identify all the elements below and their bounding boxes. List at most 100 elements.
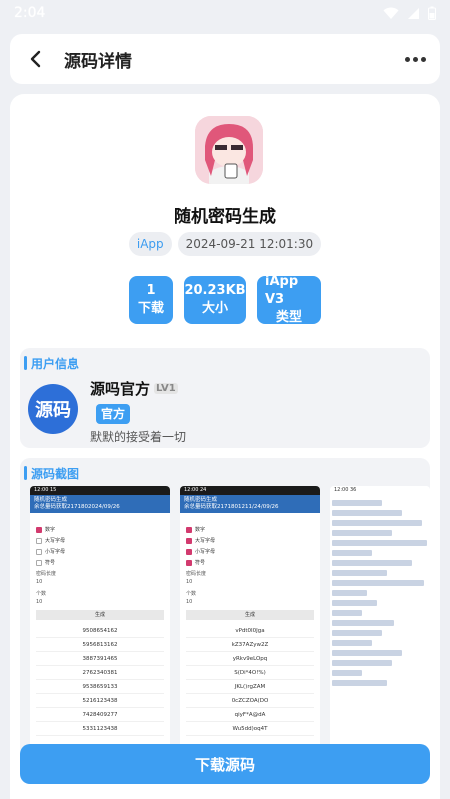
list-item: 2762340381 (36, 666, 164, 680)
code-line (332, 580, 424, 586)
wifi-icon (383, 7, 399, 19)
stat-value: 1 (146, 283, 156, 298)
checkbox-icon (186, 548, 192, 555)
phone-app-title-text: 随机密码生成 (184, 497, 218, 503)
more-options-icon[interactable] (405, 51, 426, 68)
count-label: 个数 (36, 591, 47, 597)
phone-status: 12:00 36 (330, 486, 430, 495)
checkbox-icon (186, 537, 192, 544)
user-info-section: 用户信息 源码 源吗官方 LV1 官方 默默的接受着一切 (20, 348, 430, 448)
result-list: vPdt0I0Jga kZ37AZyw2Z yRkv9eLOpq S(Di*4O… (186, 624, 314, 736)
language-tag: iApp (128, 232, 172, 256)
checkbox-icon (186, 559, 192, 566)
phone-app-subtitle: 余总量码获取2171801211/24/09/26 (184, 504, 279, 510)
list-item: 9508654162 (36, 624, 164, 638)
section-title: 用户信息 (31, 356, 80, 371)
phone-app-subtitle: 余总量码获取2171802024/09/26 (34, 504, 120, 510)
screenshot-3[interactable]: 12:00 36 (330, 486, 430, 752)
result-list: 9508654162 5956813162 3887391465 2762340… (36, 624, 164, 736)
option-label: 数字 (195, 527, 206, 533)
status-icons (383, 6, 436, 20)
download-source-button[interactable]: 下载源码 (20, 744, 430, 784)
section-marker (24, 466, 27, 480)
code-line (332, 530, 392, 536)
option-label: 符号 (195, 560, 206, 566)
option-row: 小写字母 (186, 548, 215, 555)
section-marker (24, 356, 27, 370)
list-item: 7428409277 (36, 708, 164, 722)
option-row: 符号 (186, 559, 205, 566)
screenshot-2[interactable]: 12:00 24 随机密码生成 余总量码获取2171801211/24/09/2… (180, 486, 320, 752)
length-label: 密码长度 (36, 571, 57, 577)
stat-label: 大小 (201, 301, 228, 316)
code-line (332, 610, 362, 616)
checkbox-icon (186, 526, 192, 533)
code-line (332, 660, 392, 666)
stat-value: 20.23KB (184, 283, 246, 298)
list-item: 5956813162 (36, 638, 164, 652)
list-item: 9538659133 (36, 680, 164, 694)
checkbox-icon (36, 559, 42, 566)
app-name: 随机密码生成 (174, 207, 276, 227)
username[interactable]: 源吗官方 LV1 (90, 378, 178, 399)
count-value: 10 (36, 599, 43, 605)
list-item: 3887391465 (36, 652, 164, 666)
battery-icon (428, 6, 436, 20)
code-line (332, 540, 427, 546)
stat-size: 20.23KB 大小 (184, 276, 246, 324)
list-item: JKL()rgZAM (186, 680, 314, 694)
option-label: 小写字母 (45, 549, 66, 555)
option-row: 大写字母 (186, 537, 215, 544)
phone-app-title: 随机密码生成 余总量码获取2171802024/09/26 (30, 495, 170, 513)
stat-type: iApp V3 类型 (257, 274, 321, 325)
length-label: 密码长度 (186, 571, 207, 577)
code-line (332, 550, 372, 556)
option-label: 大写字母 (45, 538, 66, 544)
option-row: 大写字母 (36, 537, 65, 544)
length-value: 10 (186, 579, 193, 585)
user-bio: 默默的接受着一切 (90, 430, 187, 444)
list-item: 5216123438 (36, 694, 164, 708)
generate-row: 生成 (36, 610, 164, 620)
phone-status: 12:00 24 (180, 486, 320, 495)
code-line (332, 670, 362, 676)
list-item: vPdt0I0Jga (186, 624, 314, 638)
screenshot-1[interactable]: 12:00 15 随机密码生成 余总量码获取2171802024/09/26 数… (30, 486, 170, 752)
screenshots-section: 源码截图 12:00 15 随机密码生成 余总量码获取2171802024/09… (20, 458, 430, 758)
list-item: Wu5dd)oq4T (186, 722, 314, 736)
checkbox-icon (36, 548, 42, 555)
code-line (332, 680, 387, 686)
count-value: 10 (186, 599, 193, 605)
option-label: 大写字母 (195, 538, 216, 544)
list-item: 5331123438 (36, 722, 164, 736)
list-item: kZ37AZyw2Z (186, 638, 314, 652)
checkbox-icon (36, 537, 42, 544)
option-row: 数字 (186, 526, 205, 533)
code-line (332, 520, 422, 526)
checkbox-icon (36, 526, 42, 533)
list-item: qiyF*A@dA (186, 708, 314, 722)
level-badge: LV1 (154, 383, 178, 394)
header-bar: 源码详情 (10, 34, 440, 84)
option-row: 数字 (36, 526, 55, 533)
code-line (332, 510, 402, 516)
status-time: 2:04 (14, 5, 46, 21)
stat-downloads: 1 下载 (129, 276, 173, 324)
phone-app-title: 随机密码生成 余总量码获取2171801211/24/09/26 (180, 495, 320, 513)
official-badge: 官方 (96, 404, 131, 424)
app-icon (195, 116, 263, 184)
avatar-logo: 源码 (35, 400, 71, 421)
code-line (332, 650, 402, 656)
option-row: 符号 (36, 559, 55, 566)
phone-status: 12:00 15 (30, 486, 170, 495)
list-item: yRkv9eLOpq (186, 652, 314, 666)
status-bar: 2:04 (0, 0, 450, 26)
avatar[interactable]: 源码 (28, 384, 78, 434)
back-arrow-icon[interactable] (24, 47, 48, 71)
generate-row: 生成 (186, 610, 314, 620)
code-line (332, 600, 377, 606)
meta-row: iApp 2024-09-21 12:01:30 (10, 232, 440, 256)
stat-label: 类型 (275, 310, 302, 325)
stat-label: 下载 (137, 301, 164, 316)
option-row: 小写字母 (36, 548, 65, 555)
